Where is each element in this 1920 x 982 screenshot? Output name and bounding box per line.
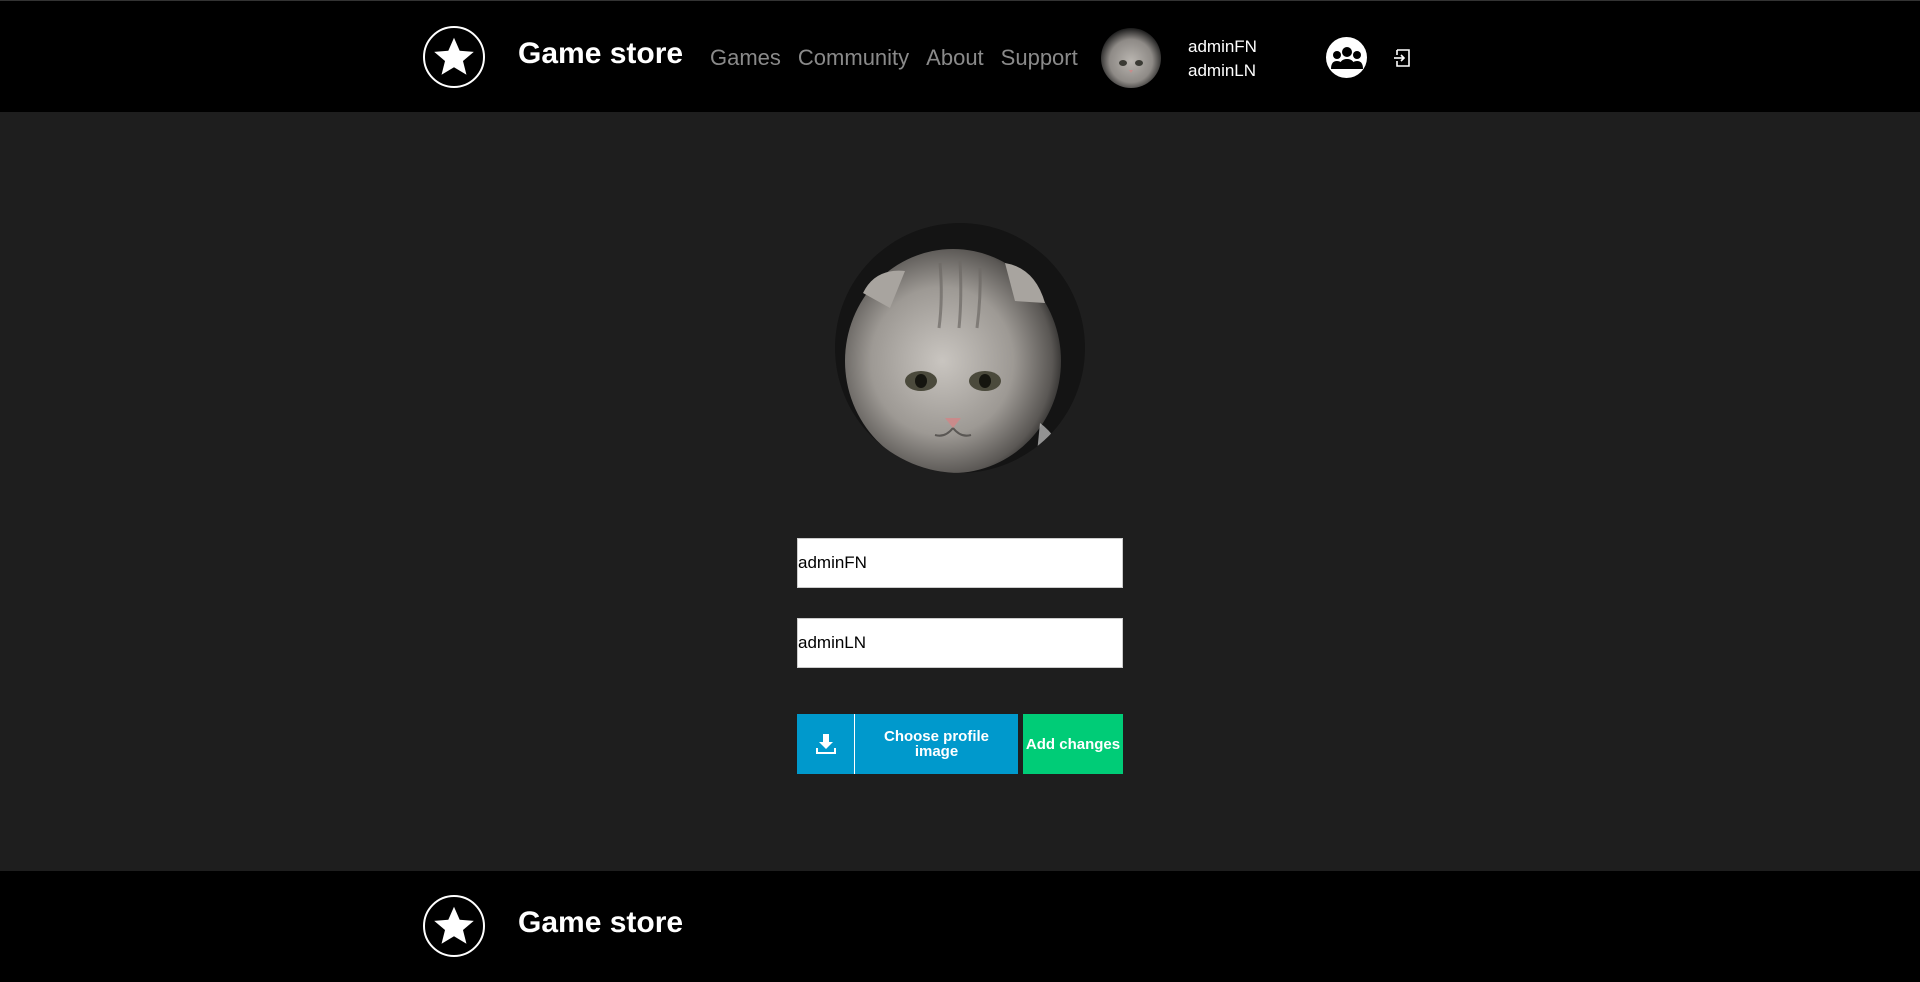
footer: Game store (0, 871, 1920, 982)
choose-profile-image-button[interactable]: Choose profile image (797, 714, 1018, 774)
main-nav: Games Community About Support (710, 45, 1095, 71)
add-changes-button[interactable]: Add changes (1023, 714, 1123, 774)
download-icon (797, 714, 855, 774)
footer-star-logo-icon[interactable] (423, 895, 485, 957)
last-name-input[interactable] (797, 618, 1123, 668)
profile-avatar (835, 223, 1085, 473)
brand-title[interactable]: Game store (518, 37, 683, 71)
top-navbar: Game store Games Community About Support… (0, 0, 1920, 112)
nav-support-link[interactable]: Support (1001, 45, 1078, 71)
choose-profile-image-label: Choose profile image (883, 728, 989, 760)
nav-community-link[interactable]: Community (798, 45, 909, 71)
header-avatar[interactable] (1101, 28, 1161, 88)
nav-about-link[interactable]: About (926, 45, 984, 71)
nav-games-link[interactable]: Games (710, 45, 781, 71)
logout-icon[interactable] (1393, 49, 1411, 67)
header-user-names: adminFN adminLN (1188, 35, 1257, 83)
first-name-input[interactable] (797, 538, 1123, 588)
community-icon[interactable] (1326, 37, 1367, 78)
header-last-name: adminLN (1188, 61, 1257, 80)
footer-brand-title[interactable]: Game store (518, 906, 683, 940)
star-logo-icon[interactable] (423, 26, 485, 88)
header-first-name: adminFN (1188, 37, 1257, 56)
